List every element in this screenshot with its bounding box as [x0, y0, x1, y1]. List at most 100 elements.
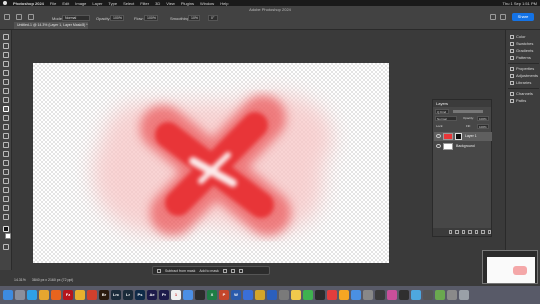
frame-tool-icon[interactable]: [3, 79, 9, 85]
filter-icons[interactable]: [453, 110, 483, 113]
panel-color[interactable]: Color: [510, 34, 526, 39]
menu-app-name[interactable]: Photoshop 2024: [13, 1, 44, 6]
app-icon-15[interactable]: [363, 290, 373, 300]
link-layers-icon[interactable]: [449, 230, 453, 234]
bridge-icon[interactable]: Br: [99, 290, 109, 300]
mask-settings-icon[interactable]: [222, 268, 227, 273]
app-icon[interactable]: [75, 290, 85, 300]
app-icon-14[interactable]: [351, 290, 361, 300]
layer-row-layer-1[interactable]: Layer 1: [434, 132, 492, 141]
pen-tool-icon[interactable]: [3, 169, 9, 175]
app-icon-12[interactable]: [327, 290, 337, 300]
lasso-tool-icon[interactable]: [3, 52, 9, 58]
menu-edit[interactable]: Edit: [62, 1, 69, 6]
firefox-icon[interactable]: [51, 290, 61, 300]
add-mask-icon[interactable]: [461, 230, 466, 234]
app-icon-16[interactable]: [375, 290, 385, 300]
app-icon-19[interactable]: [411, 290, 421, 300]
panel-patterns[interactable]: Patterns: [510, 55, 531, 60]
path-select-tool-icon[interactable]: [3, 187, 9, 193]
menu-help[interactable]: Help: [220, 1, 228, 6]
brush-settings-icon[interactable]: [28, 14, 34, 20]
menu-plugins[interactable]: Plugins: [181, 1, 194, 6]
delete-layer-icon[interactable]: [487, 230, 491, 234]
after-effects-icon[interactable]: Ae: [147, 290, 157, 300]
subtract-from-mask-button[interactable]: Subtract from mask: [165, 269, 195, 273]
crop-tool-icon[interactable]: [3, 70, 9, 76]
panel-paths[interactable]: Paths: [510, 98, 526, 103]
panel-gradients[interactable]: Gradients: [510, 48, 533, 53]
workspace-icon[interactable]: [500, 14, 506, 20]
panel-libraries[interactable]: Libraries: [510, 80, 531, 85]
dodge-tool-icon[interactable]: [3, 160, 9, 166]
hand-tool-icon[interactable]: [3, 205, 9, 211]
shape-tool-icon[interactable]: [3, 196, 9, 202]
more-options-icon[interactable]: [238, 268, 243, 273]
app-icon-17[interactable]: [387, 290, 397, 300]
document-tab[interactable]: Untitled-1 @ 14.3% (Layer 1, Layer Mask/…: [14, 22, 88, 29]
app-icon-18[interactable]: [399, 290, 409, 300]
calendar-icon[interactable]: 1: [171, 290, 181, 300]
blend-mode-select[interactable]: Normal: [435, 116, 457, 121]
powerpoint-icon[interactable]: P: [219, 290, 229, 300]
brush-tool-icon[interactable]: [3, 106, 9, 112]
app-icon-4[interactable]: [195, 290, 205, 300]
app-icon-7[interactable]: [267, 290, 277, 300]
eyedropper-tool-icon[interactable]: [3, 88, 9, 94]
app-icon-21[interactable]: [435, 290, 445, 300]
document-canvas[interactable]: [33, 63, 389, 263]
fill-field[interactable]: 100%: [477, 124, 489, 129]
foreground-color-icon[interactable]: [3, 226, 9, 232]
history-brush-tool-icon[interactable]: [3, 124, 9, 130]
visibility-eye-icon[interactable]: [436, 134, 441, 138]
screen-preview-thumbnail[interactable]: [482, 250, 538, 284]
panel-adjustments[interactable]: Adjustments: [510, 73, 538, 78]
menu-type[interactable]: Type: [108, 1, 117, 6]
eraser-tool-icon[interactable]: [3, 133, 9, 139]
move-tool-icon[interactable]: [3, 34, 9, 40]
filezilla-icon[interactable]: Fz: [63, 290, 73, 300]
panel-channels[interactable]: Channels: [510, 91, 533, 96]
menu-select[interactable]: Select: [123, 1, 134, 6]
new-group-icon[interactable]: [474, 230, 479, 234]
quick-mask-icon[interactable]: [3, 244, 9, 250]
layers-panel-title[interactable]: Layers: [433, 100, 491, 107]
type-tool-icon[interactable]: [3, 178, 9, 184]
mode-select[interactable]: Normal: [62, 15, 90, 21]
add-to-mask-button[interactable]: Add to mask: [199, 269, 218, 273]
menu-window[interactable]: Window: [200, 1, 214, 6]
app-icon-11[interactable]: [315, 290, 325, 300]
app-icon-3[interactable]: [183, 290, 193, 300]
adjustment-layer-icon[interactable]: [468, 230, 472, 234]
clock[interactable]: Thu 1 Sep 1:51 PM: [503, 1, 537, 6]
zoom-level[interactable]: 14.31%: [14, 278, 26, 284]
app-icon-2[interactable]: [87, 290, 97, 300]
smoothing-field[interactable]: 10%: [188, 15, 200, 21]
visibility-eye-icon[interactable]: [436, 144, 441, 148]
object-select-tool-icon[interactable]: [3, 61, 9, 67]
app-icon-8[interactable]: [279, 290, 289, 300]
app-icon-13[interactable]: [339, 290, 349, 300]
chrome-icon[interactable]: [39, 290, 49, 300]
blur-tool-icon[interactable]: [3, 151, 9, 157]
lightroom-icon[interactable]: Lr: [123, 290, 133, 300]
angle-field[interactable]: 0°: [208, 15, 218, 21]
app-icon-5[interactable]: [243, 290, 253, 300]
share-button[interactable]: Share: [512, 13, 534, 21]
menu-view[interactable]: View: [166, 1, 175, 6]
menu-file[interactable]: File: [50, 1, 56, 6]
menu-layer[interactable]: Layer: [92, 1, 102, 6]
fx-icon[interactable]: [455, 230, 459, 234]
launchpad-icon[interactable]: [15, 290, 25, 300]
lightroom-classic-icon[interactable]: Lrc: [111, 290, 121, 300]
premiere-icon[interactable]: Pr: [159, 290, 169, 300]
excel-icon[interactable]: X: [207, 290, 217, 300]
opacity-field[interactable]: 100%: [110, 15, 124, 21]
search-icon[interactable]: [490, 14, 496, 20]
layer-opacity-field[interactable]: 100%: [477, 116, 489, 121]
taskbar-menu-icon[interactable]: [157, 268, 161, 273]
app-icon-22[interactable]: [447, 290, 457, 300]
trash-icon[interactable]: [459, 290, 469, 300]
flow-field[interactable]: 100%: [144, 15, 158, 21]
invert-mask-icon[interactable]: [230, 268, 235, 273]
